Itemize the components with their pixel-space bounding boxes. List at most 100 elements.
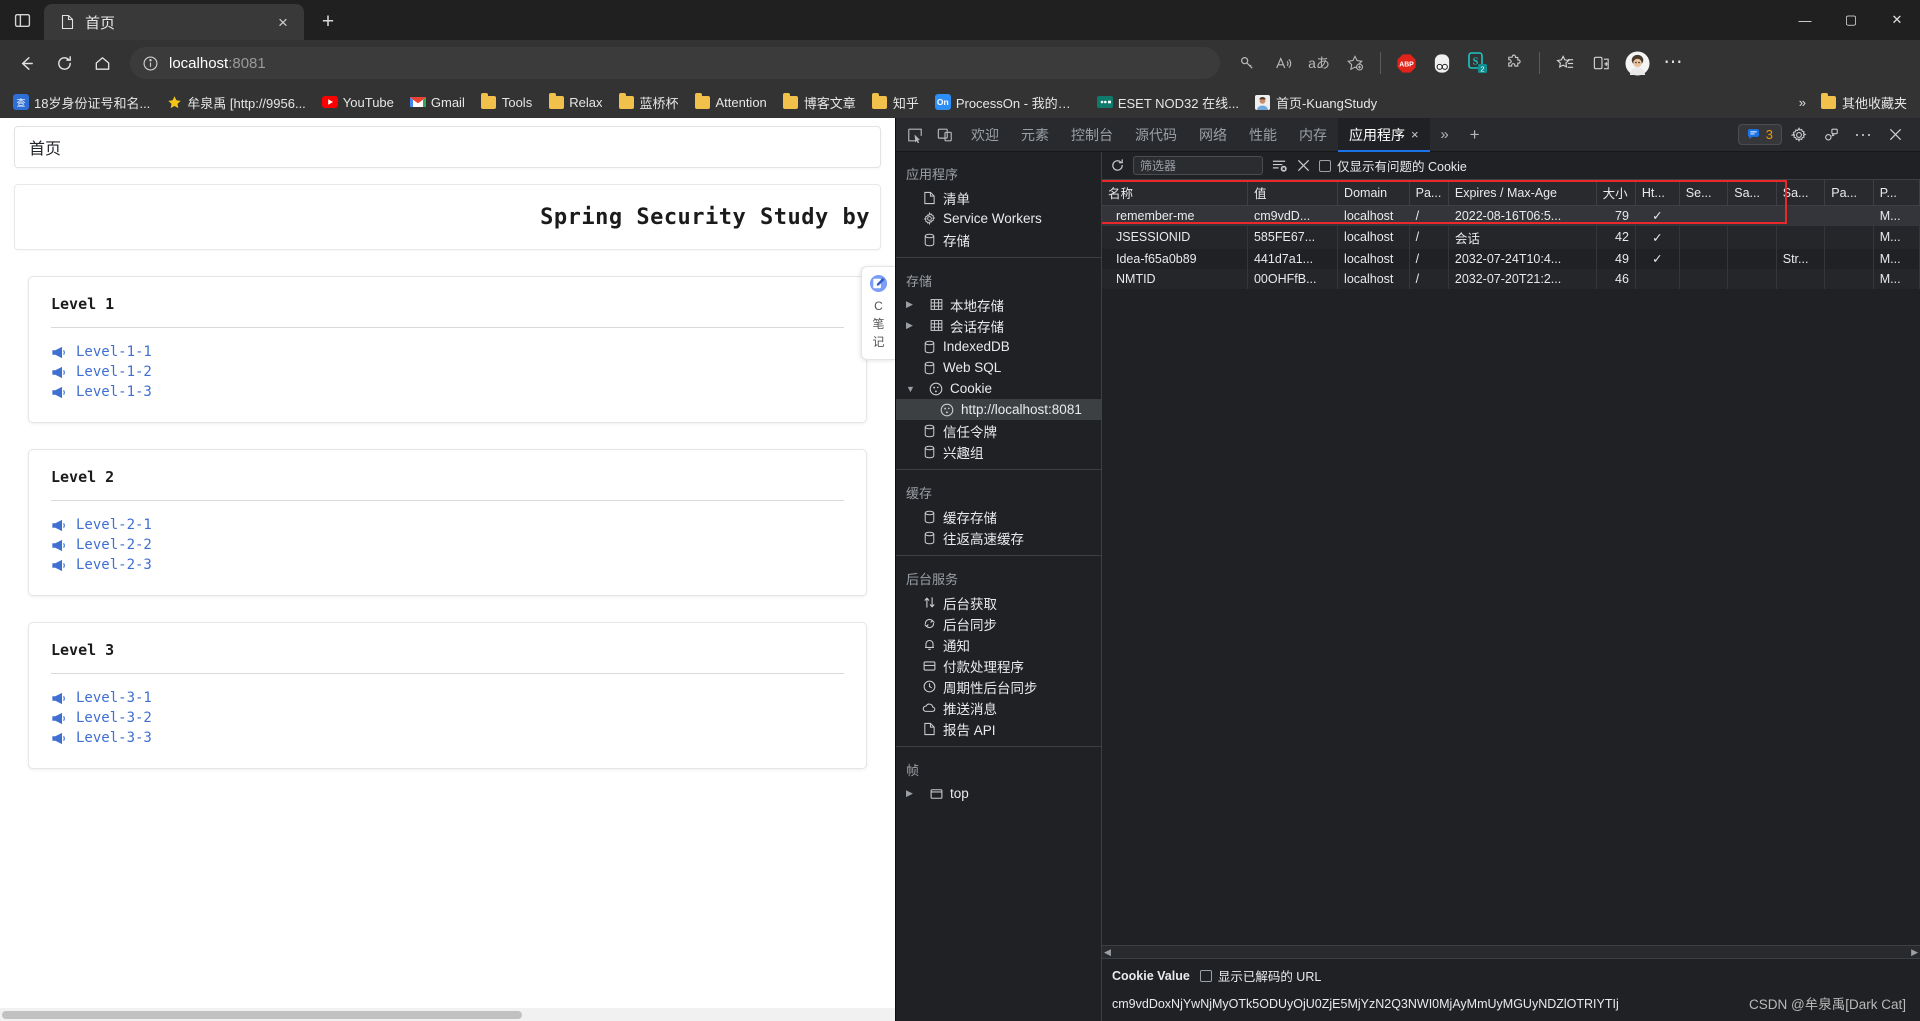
bookmark-item[interactable]: 首页-KuangStudy [1248, 90, 1384, 115]
filter-input[interactable]: 筛选器 [1133, 156, 1263, 175]
devtools-tab-0[interactable]: 欢迎 [960, 118, 1010, 152]
tab-actions-icon[interactable] [0, 0, 44, 40]
bookmark-item[interactable]: Tools [474, 91, 539, 113]
minimize-icon[interactable]: — [1782, 0, 1828, 40]
bookmark-item[interactable]: YouTube [315, 91, 401, 113]
devtools-tab-3[interactable]: 源代码 [1124, 118, 1188, 152]
scrollbar-thumb[interactable] [2, 1011, 522, 1019]
sidebar-item[interactable]: 信任令牌 [896, 420, 1101, 441]
cookie-column-header[interactable]: Pa... [1824, 180, 1874, 206]
key-icon[interactable] [1230, 47, 1264, 79]
level-link[interactable]: Level-1-2 [51, 362, 844, 382]
sidebar-item[interactable]: ▶ 会话存储 [896, 315, 1101, 336]
chevron-icon[interactable]: ▶ [906, 299, 916, 310]
sidebar-item[interactable]: http://localhost:8081 [896, 399, 1101, 420]
window-close-icon[interactable]: ✕ [1874, 0, 1920, 40]
device-toolbar-icon[interactable] [930, 121, 960, 149]
bookmark-item[interactable]: 知乎 [865, 90, 926, 115]
bookmark-item[interactable]: Gmail [403, 91, 472, 113]
clear-filter-icon[interactable] [1271, 158, 1288, 173]
browser-tab[interactable]: 首页 × [44, 4, 304, 40]
puzzle-icon[interactable] [1497, 47, 1531, 79]
bookmarks-overflow-icon[interactable]: » [1799, 95, 1806, 110]
bookmark-item[interactable]: 蓝桥杯 [611, 90, 685, 115]
level-link[interactable]: Level-3-2 [51, 708, 844, 728]
chevron-icon[interactable]: ▼ [906, 384, 916, 394]
notes-side-tab[interactable]: C 笔 记 [861, 266, 895, 360]
address-bar[interactable]: localhost:8081 [130, 47, 1220, 79]
sidebar-item[interactable]: Service Workers [896, 208, 1101, 229]
sidebar-item[interactable]: 通知 [896, 634, 1101, 655]
sidebar-item[interactable]: 周期性后台同步 [896, 676, 1101, 697]
customize-icon[interactable] [1816, 121, 1846, 149]
bookmark-item[interactable]: 查 18岁身份证号和名... [6, 90, 157, 115]
refresh-icon[interactable] [1110, 158, 1125, 173]
devtools-tab-2[interactable]: 控制台 [1060, 118, 1124, 152]
more-options-icon[interactable]: ⋯ [1656, 47, 1690, 79]
level-link[interactable]: Level-1-1 [51, 342, 844, 362]
more-tabs-icon[interactable]: » [1430, 121, 1460, 149]
navbar-brand[interactable]: 首页 [29, 135, 61, 159]
scroll-right-icon[interactable]: ▶ [1911, 947, 1918, 958]
close-icon[interactable]: × [272, 11, 294, 33]
sidebar-item[interactable]: IndexedDB [896, 336, 1101, 357]
chevron-icon[interactable]: ▶ [906, 320, 916, 331]
bookmark-item[interactable]: 博客文章 [776, 90, 863, 115]
scroll-left-icon[interactable]: ◀ [1104, 947, 1111, 958]
s-extension-icon[interactable]: S 2 [1461, 48, 1495, 78]
bookmark-item[interactable]: 牟泉禹 [http://9956... [159, 90, 313, 115]
devtools-tab-1[interactable]: 元素 [1010, 118, 1060, 152]
table-row[interactable]: JSESSIONID 585FE67... localhost / 会话 42 ✓ M... [1102, 225, 1920, 249]
translate-icon[interactable]: aあ [1302, 47, 1336, 79]
cookie-column-header[interactable]: Se... [1679, 180, 1729, 206]
level-link[interactable]: Level-1-3 [51, 382, 844, 402]
add-tab-icon[interactable]: + [1460, 121, 1490, 149]
oo-extension-icon[interactable] [1425, 48, 1459, 78]
page-horizontal-scrollbar[interactable] [0, 1008, 895, 1021]
cookie-column-header[interactable]: Ht... [1635, 180, 1680, 206]
new-tab-button[interactable]: + [310, 4, 346, 40]
cookie-column-header[interactable]: 名称 [1102, 180, 1248, 206]
collections-icon[interactable] [1548, 47, 1582, 79]
cookie-column-header[interactable]: Pa... [1409, 180, 1449, 206]
bookmark-item[interactable]: Attention [687, 91, 773, 113]
profile-avatar[interactable] [1620, 48, 1654, 78]
level-link[interactable]: Level-3-3 [51, 728, 844, 748]
settings-gear-icon[interactable] [1784, 121, 1814, 149]
issues-badge[interactable]: 3 [1737, 124, 1782, 145]
home-icon[interactable] [84, 47, 120, 79]
only-problems-checkbox[interactable]: 仅显示有问题的 Cookie [1319, 156, 1467, 175]
split-screen-icon[interactable] [1584, 47, 1618, 79]
favorite-add-icon[interactable] [1338, 47, 1372, 79]
cookie-column-header[interactable]: P... [1873, 180, 1920, 206]
inspect-element-icon[interactable] [900, 121, 930, 149]
devtools-tab-7[interactable]: 应用程序 × [1338, 118, 1430, 152]
cookie-column-header[interactable]: 大小 [1596, 180, 1636, 206]
sidebar-item[interactable]: 后台获取 [896, 592, 1101, 613]
table-row[interactable]: NMTID 00OHFfB... localhost/2032-07-20T21:2… [1102, 268, 1920, 289]
reload-icon[interactable] [46, 47, 82, 79]
devtools-tab-6[interactable]: 内存 [1288, 118, 1338, 152]
sidebar-item[interactable]: ▼ Cookie [896, 378, 1101, 399]
sidebar-item[interactable]: Web SQL [896, 357, 1101, 378]
cookie-column-header[interactable]: Sa... [1727, 180, 1777, 206]
table-row[interactable]: remember-me cm9vdD... localhost/2022-08-16… [1102, 205, 1920, 226]
sidebar-item[interactable]: 报告 API [896, 718, 1101, 739]
maximize-icon[interactable]: ▢ [1828, 0, 1874, 40]
cookie-column-header[interactable]: Expires / Max-Age [1448, 180, 1597, 206]
sidebar-item[interactable]: 清单 [896, 187, 1101, 208]
chevron-icon[interactable]: ▶ [906, 788, 916, 799]
table-row[interactable]: Idea-f65a0b89 441d7a1... localhost/2032-07… [1102, 248, 1920, 269]
sidebar-item[interactable]: 存储 [896, 229, 1101, 250]
cookie-table-horizontal-scrollbar[interactable]: ◀ ▶ [1102, 945, 1920, 958]
bookmark-item[interactable]: On ProcessOn - 我的文... [928, 90, 1088, 115]
devtools-tab-4[interactable]: 网络 [1188, 118, 1238, 152]
other-bookmarks-folder[interactable]: 其他收藏夹 [1814, 90, 1914, 115]
sidebar-item[interactable]: 推送消息 [896, 697, 1101, 718]
level-link[interactable]: Level-3-1 [51, 688, 844, 708]
close-icon[interactable]: × [1411, 127, 1419, 142]
sidebar-item[interactable]: 往返高速缓存 [896, 527, 1101, 548]
info-icon[interactable] [142, 55, 159, 72]
sidebar-item[interactable]: 付款处理程序 [896, 655, 1101, 676]
checkbox-box[interactable] [1319, 159, 1331, 172]
